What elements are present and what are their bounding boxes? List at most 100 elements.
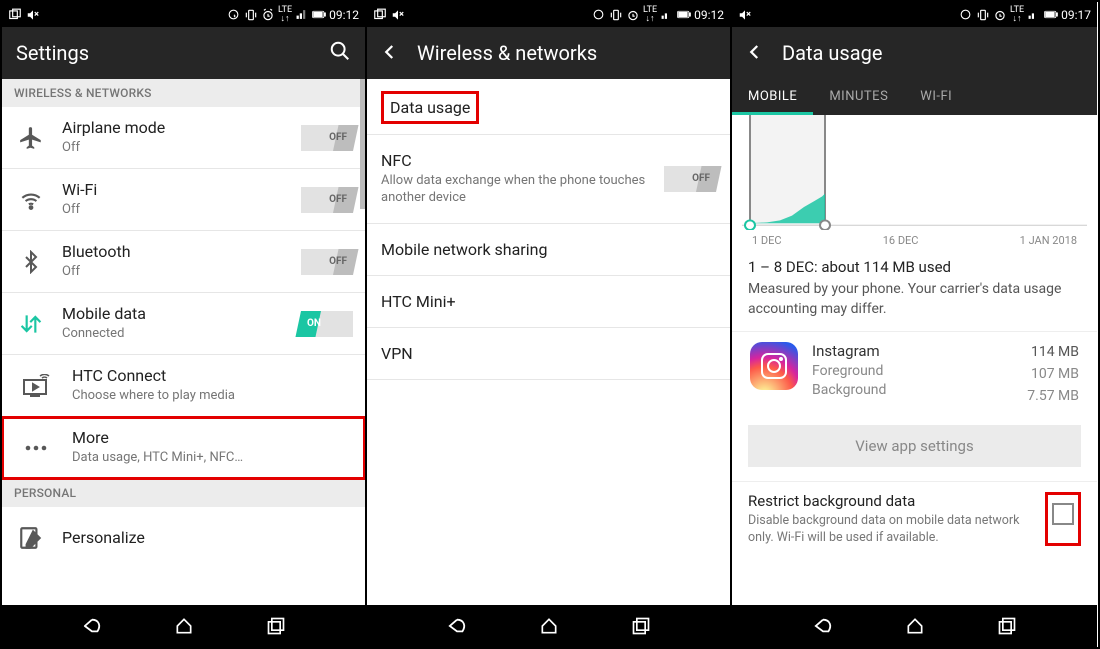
search-icon[interactable] (329, 40, 351, 67)
nav-back-icon[interactable] (446, 615, 468, 637)
app-bar: Wireless & networks (367, 27, 730, 79)
wireless-list: Data usage NFC Allow data exchange when … (367, 79, 730, 605)
axis-end: 1 JAN 2018 (1020, 234, 1077, 247)
app-bar: Settings (2, 27, 365, 79)
mobile-sub: Connected (62, 326, 289, 342)
page-title: Wireless & networks (417, 41, 716, 65)
status-bar: LTE↓↑ 09:12 (2, 2, 365, 27)
nfc-toggle[interactable]: OFF (664, 166, 716, 192)
vibrate-icon (976, 8, 990, 22)
alarm-icon (261, 8, 275, 22)
view-app-settings-button[interactable]: View app settings (748, 425, 1081, 467)
app-bg-label: Background (812, 382, 1013, 398)
nav-home-icon[interactable] (538, 615, 560, 637)
vibrate-icon (244, 8, 258, 22)
restrict-title: Restrict background data (748, 492, 1035, 510)
network-type-label: LTE↓↑ (643, 6, 657, 22)
item-airplane-mode[interactable]: Airplane mode Off OFF (2, 107, 365, 169)
vpn-title: VPN (381, 344, 716, 363)
wifi-sub: Off (62, 202, 289, 218)
app-fg-val: 107 MB (1027, 364, 1079, 386)
clock-label: 09:12 (329, 8, 359, 22)
restrict-checkbox-highlight (1045, 492, 1081, 546)
nav-home-icon[interactable] (904, 615, 926, 637)
mobile-toggle[interactable]: ON (301, 311, 353, 337)
item-mobile-data[interactable]: Mobile data Connected ON (2, 293, 365, 355)
screen-data-usage: LTE↓↑ 09:17 Data usage MOBILE MINUTES WI… (732, 2, 1097, 647)
tab-wifi[interactable]: WI-FI (904, 79, 968, 115)
restrict-sub: Disable background data on mobile data n… (748, 513, 1035, 546)
page-title: Settings (16, 41, 311, 65)
signal-icon (660, 8, 674, 22)
item-vpn[interactable]: VPN (367, 328, 730, 380)
personalize-icon (12, 525, 50, 551)
back-icon[interactable] (746, 39, 764, 67)
nav-bar (367, 605, 730, 647)
instagram-icon (750, 342, 798, 390)
signal-icon (295, 8, 309, 22)
airplane-icon (12, 125, 50, 151)
nfc-title: NFC (381, 151, 652, 170)
app-row-instagram[interactable]: Instagram Foreground Background 114 MB 1… (732, 331, 1097, 417)
restrict-checkbox[interactable] (1052, 503, 1074, 525)
tab-minutes[interactable]: MINUTES (813, 79, 904, 115)
signal-icon (1027, 8, 1041, 22)
airplane-toggle[interactable]: OFF (301, 125, 353, 151)
item-htc-mini[interactable]: HTC Mini+ (367, 276, 730, 328)
item-personalize[interactable]: Personalize (2, 507, 365, 569)
nav-recent-icon[interactable] (630, 615, 652, 637)
axis-start: 1 DEC (752, 234, 782, 247)
more-title: More (72, 428, 353, 448)
nav-bar (2, 605, 365, 647)
sync-icon (592, 8, 606, 22)
battery-icon (1044, 8, 1058, 22)
nav-recent-icon[interactable] (265, 615, 287, 637)
nav-back-icon[interactable] (812, 615, 834, 637)
back-icon[interactable] (381, 39, 399, 67)
nav-back-icon[interactable] (81, 615, 103, 637)
status-bar: LTE↓↑ 09:17 (732, 2, 1097, 27)
network-type-label: LTE↓↑ (1010, 6, 1024, 22)
airplane-title: Airplane mode (62, 118, 289, 138)
data-usage-label: Data usage (381, 91, 479, 124)
nav-home-icon[interactable] (173, 615, 195, 637)
chart-axis: 1 DEC 16 DEC 1 JAN 2018 (732, 230, 1097, 257)
network-type-label: LTE↓↑ (278, 6, 292, 22)
item-bluetooth[interactable]: Bluetooth Off OFF (2, 231, 365, 293)
more-icon (12, 443, 60, 453)
item-nfc[interactable]: NFC Allow data exchange when the phone t… (367, 135, 730, 224)
personalize-title: Personalize (62, 528, 353, 548)
nav-recent-icon[interactable] (996, 615, 1018, 637)
item-mobile-network-sharing[interactable]: Mobile network sharing (367, 224, 730, 276)
usage-chart[interactable] (732, 115, 1097, 230)
battery-icon (312, 8, 326, 22)
wifi-toggle[interactable]: OFF (301, 187, 353, 213)
clock-label: 09:12 (694, 8, 724, 22)
bt-sub: Off (62, 264, 289, 280)
bt-toggle[interactable]: OFF (301, 249, 353, 275)
app-bar: Data usage (732, 27, 1097, 79)
tab-mobile[interactable]: MOBILE (732, 79, 813, 115)
multiwindow-icon (8, 8, 22, 22)
item-htc-connect[interactable]: HTC Connect Choose where to play media (2, 355, 365, 417)
item-data-usage[interactable]: Data usage (367, 79, 730, 135)
scrollbar[interactable] (360, 79, 365, 209)
mobile-data-icon (12, 311, 50, 337)
sync-icon (227, 8, 241, 22)
section-wireless: WIRELESS & NETWORKS (2, 79, 365, 107)
wifi-title: Wi-Fi (62, 180, 289, 200)
alarm-icon (993, 8, 1007, 22)
screen-settings: LTE↓↑ 09:12 Settings WIRELESS & NETWORKS… (2, 2, 367, 647)
item-restrict-background[interactable]: Restrict background data Disable backgro… (732, 481, 1097, 556)
htc-connect-icon (12, 374, 60, 398)
clock-label: 09:17 (1061, 8, 1091, 22)
mute-icon (391, 8, 405, 22)
sync-icon (959, 8, 973, 22)
htc-sub: Choose where to play media (72, 388, 353, 404)
item-more[interactable]: More Data usage, HTC Mini+, NFC… (2, 417, 365, 479)
app-total: 114 MB (1027, 342, 1079, 364)
alarm-icon (626, 8, 640, 22)
wifi-icon (12, 187, 50, 213)
item-wifi[interactable]: Wi-Fi Off OFF (2, 169, 365, 231)
page-title: Data usage (782, 41, 1083, 65)
